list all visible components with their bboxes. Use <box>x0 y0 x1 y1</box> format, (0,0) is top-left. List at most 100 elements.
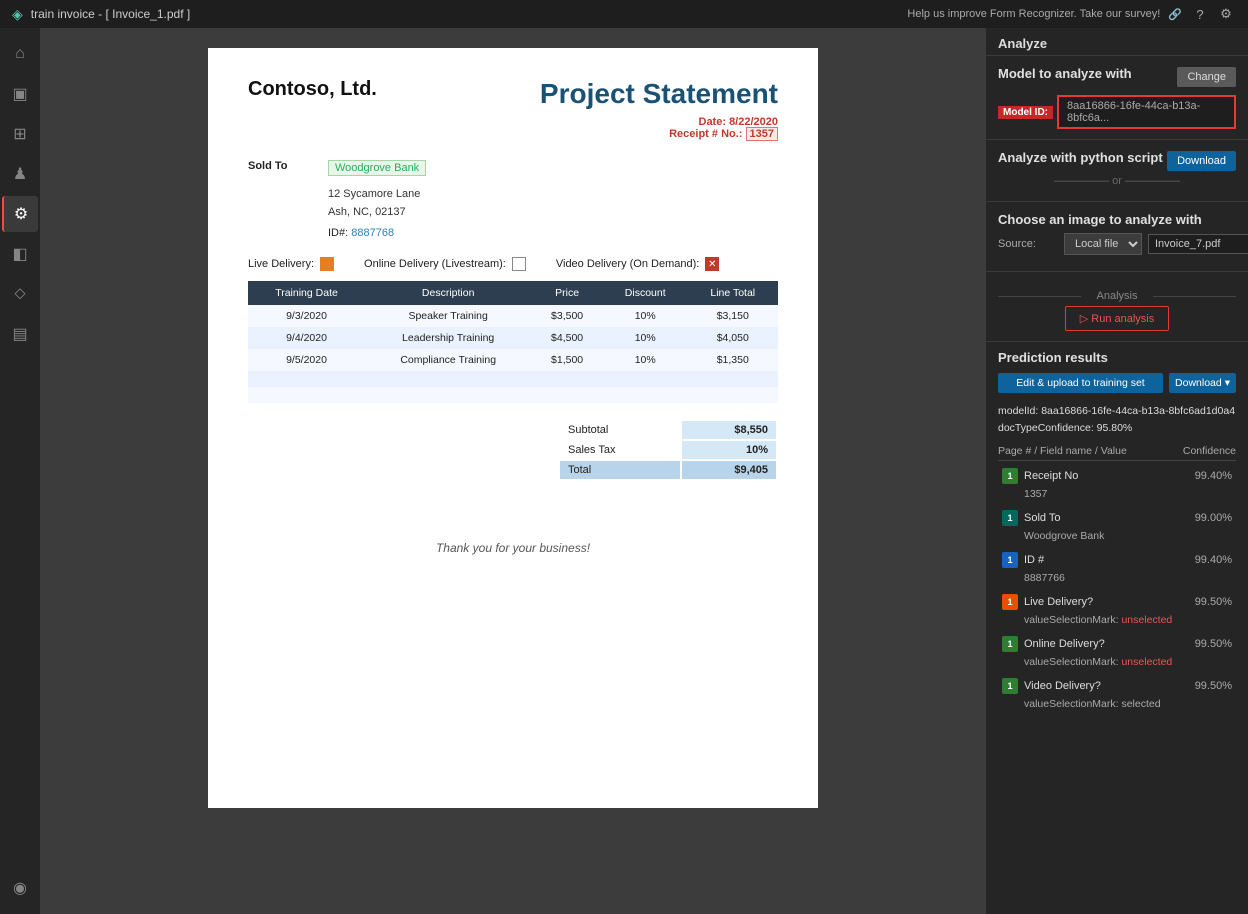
pred-field-video: Video Delivery? <box>1024 680 1189 692</box>
pred-badge-5: 1 <box>1002 636 1018 652</box>
right-panel: Analyze Model to analyze with Change Mod… <box>986 28 1248 914</box>
python-title: Analyze with python script <box>998 150 1163 165</box>
invoice-table: Training Date Description Price Discount… <box>248 281 778 403</box>
sold-to-value: Woodgrove Bank <box>328 160 426 176</box>
pred-badge-6: 1 <box>1002 678 1018 694</box>
cell-date: 9/5/2020 <box>248 349 365 371</box>
id-value[interactable]: 8887768 <box>351 227 394 239</box>
address-line1: 12 Sycamore Lane <box>328 188 420 200</box>
pred-item-receipt: 1 Receipt No 99.40% 1357 <box>998 465 1236 503</box>
date-label: Date: <box>699 116 730 128</box>
pred-conf-online: 99.50% <box>1195 638 1232 650</box>
cell-price: $3,500 <box>531 305 603 327</box>
cell-linetotal: $1,350 <box>688 349 778 371</box>
help-icon[interactable]: ? <box>1190 4 1210 24</box>
pred-item-soldto: 1 Sold To 99.00% Woodgrove Bank <box>998 507 1236 545</box>
invoice-checkboxes: Live Delivery: Online Delivery (Livestre… <box>248 257 778 271</box>
address-line2: Ash, NC, 02137 <box>328 206 406 218</box>
or-divider-line: ————— or ————— <box>1054 175 1180 187</box>
python-section: Analyze with python script Download ————… <box>986 140 1248 202</box>
online-delivery-checkbox: Online Delivery (Livestream): <box>364 257 526 271</box>
cell-date: 9/3/2020 <box>248 305 365 327</box>
source-select[interactable]: Local file <box>1064 233 1142 255</box>
file-input[interactable] <box>1148 234 1248 254</box>
invoice-footer: Thank you for your business! <box>248 541 778 555</box>
pred-conf-receipt: 99.40% <box>1195 470 1232 482</box>
edit-upload-button[interactable]: Edit & upload to training set <box>998 373 1163 393</box>
pred-val-id: 8887766 <box>998 571 1236 587</box>
pred-badge-1: 1 <box>1002 468 1018 484</box>
cell-linetotal: $3,150 <box>688 305 778 327</box>
pred-field-receipt: Receipt No <box>1024 470 1189 482</box>
table-row-empty <box>248 371 778 387</box>
pred-download-label: Download <box>1175 377 1222 389</box>
id-label: ID#: <box>328 227 348 239</box>
cell-price: $1,500 <box>531 349 603 371</box>
sidebar-item-analyze[interactable]: ▤ <box>2 316 38 352</box>
sidebar-item-home[interactable]: ⌂ <box>2 36 38 72</box>
cell-discount: 10% <box>603 349 688 371</box>
prediction-section: Prediction results Edit & upload to trai… <box>986 342 1248 725</box>
table-row: 9/4/2020 Leadership Training $4,500 10% … <box>248 327 778 349</box>
pred-download-button[interactable]: Download ▾ <box>1169 373 1236 393</box>
pred-field-id: ID # <box>1024 554 1189 566</box>
pred-meta: modelId: 8aa16866-16fe-44ca-b13a-8bfc6ad… <box>998 403 1236 437</box>
pred-val-receipt: 1357 <box>998 487 1236 503</box>
cell-linetotal: $4,050 <box>688 327 778 349</box>
settings-icon[interactable]: ⚙ <box>1216 4 1236 24</box>
pred-download-arrow: ▾ <box>1225 377 1230 389</box>
sidebar-item-test[interactable]: ⬦ <box>2 276 38 312</box>
live-delivery-label: Live Delivery: <box>248 258 314 270</box>
invoice-totals-section: Subtotal $8,550 Sales Tax 10% Total $9,4… <box>248 409 778 481</box>
image-title: Choose an image to analyze with <box>998 212 1236 227</box>
source-label: Source: <box>998 238 1058 250</box>
sidebar-item-bottom[interactable]: ◉ <box>2 870 38 906</box>
col-discount: Discount <box>603 281 688 305</box>
pred-field-soldto: Sold To <box>1024 512 1189 524</box>
pred-val-soldto: Woodgrove Bank <box>998 529 1236 545</box>
sidebar-item-label[interactable]: ♟ <box>2 156 38 192</box>
cell-date: 9/4/2020 <box>248 327 365 349</box>
sidebar-item-ocr[interactable]: ⊞ <box>2 116 38 152</box>
window-title: train invoice - [ Invoice_1.pdf ] <box>31 7 190 21</box>
total-value: $9,405 <box>682 461 776 479</box>
app-logo: ◈ <box>12 6 23 23</box>
pred-val-video: valueSelectionMark: selected <box>998 697 1236 713</box>
pred-val-online: valueSelectionMark: unselected <box>998 655 1236 671</box>
sidebar: ⌂ ▣ ⊞ ♟ ⚙ ◧ ⬦ ▤ ◉ <box>0 28 40 914</box>
topbar: ◈ train invoice - [ Invoice_1.pdf ] Help… <box>0 0 1248 28</box>
document-area: Contoso, Ltd. Project Statement Date: 8/… <box>40 28 986 914</box>
subtotal-label: Subtotal <box>560 421 680 439</box>
change-model-button[interactable]: Change <box>1177 67 1236 87</box>
pred-modelid-val: 8aa16866-16fe-44ca-b13a-8bfc6ad1d0a4 <box>1041 405 1235 417</box>
col-date: Training Date <box>248 281 365 305</box>
pred-item-video: 1 Video Delivery? 99.50% valueSelectionM… <box>998 675 1236 713</box>
invoice-document: Contoso, Ltd. Project Statement Date: 8/… <box>208 48 818 808</box>
sold-to-label: Sold To <box>248 160 328 176</box>
python-download-button[interactable]: Download <box>1167 151 1236 171</box>
pred-item-online: 1 Online Delivery? 99.50% valueSelection… <box>998 633 1236 671</box>
invoice-title: Project Statement <box>540 78 778 110</box>
pred-badge-4: 1 <box>1002 594 1018 610</box>
run-analysis-button[interactable]: ▷ Run analysis <box>1065 306 1170 331</box>
video-delivery-box: ✕ <box>705 257 719 271</box>
pred-field-online: Online Delivery? <box>1024 638 1189 650</box>
pred-item-live: 1 Live Delivery? 99.50% valueSelectionMa… <box>998 591 1236 629</box>
prediction-title: Prediction results <box>998 350 1236 365</box>
sidebar-item-train[interactable]: ⚙ <box>2 196 38 232</box>
survey-link-icon[interactable]: 🔗 <box>1168 8 1182 21</box>
image-section: Choose an image to analyze with Source: … <box>986 202 1248 272</box>
pred-conf-id: 99.40% <box>1195 554 1232 566</box>
main-layout: ⌂ ▣ ⊞ ♟ ⚙ ◧ ⬦ ▤ ◉ Contoso, Ltd. Project … <box>0 28 1248 914</box>
pred-table-header: Page # / Field name / Value Confidence <box>998 445 1236 461</box>
online-delivery-box <box>512 257 526 271</box>
pred-modelid-label: modelId: <box>998 405 1041 417</box>
sidebar-item-layout[interactable]: ▣ <box>2 76 38 112</box>
pred-header-confidence: Confidence <box>1183 445 1236 457</box>
live-delivery-box <box>320 257 334 271</box>
video-delivery-checkbox: Video Delivery (On Demand): ✕ <box>556 257 719 271</box>
cell-discount: 10% <box>603 305 688 327</box>
sidebar-item-model[interactable]: ◧ <box>2 236 38 272</box>
pred-buttons: Edit & upload to training set Download ▾ <box>998 373 1236 393</box>
pred-badge-3: 1 <box>1002 552 1018 568</box>
